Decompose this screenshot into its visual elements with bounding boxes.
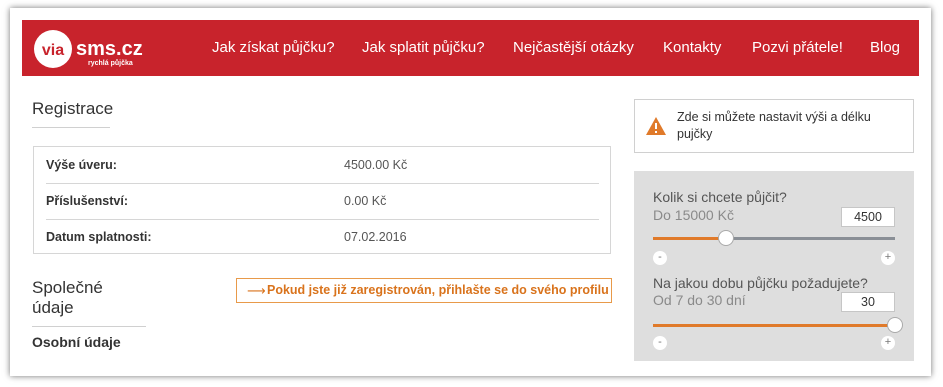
login-hint-text: Pokud jste již zaregistrován, přihlašte … bbox=[267, 283, 609, 297]
duration-slider-handle[interactable] bbox=[887, 317, 903, 333]
duration-question: Na jakou dobu půjčku požadujete? bbox=[653, 275, 868, 291]
notice-box: Zde si můžete nastavit výši a délku pujč… bbox=[634, 99, 914, 153]
notice-text: Zde si můžete nastavit výši a délku pujč… bbox=[677, 110, 871, 141]
loan-summary-table: Výše úveru: 4500.00 Kč Příslušenství: 0.… bbox=[33, 146, 611, 254]
site-header: via sms.cz rychlá půjčka Jak získat půjč… bbox=[22, 20, 919, 76]
loan-calculator: Kolik si chcete půjčit? Do 15000 Kč 4500… bbox=[634, 171, 914, 361]
duration-slider-fill bbox=[653, 324, 895, 327]
loan-amount-value: 4500.00 Kč bbox=[344, 158, 408, 172]
amount-input[interactable]: 4500 bbox=[841, 207, 895, 227]
duration-slider[interactable] bbox=[653, 317, 903, 333]
amount-slider-fill bbox=[653, 237, 726, 240]
nav-item-blog[interactable]: Blog bbox=[870, 39, 900, 56]
arrow-right-icon: ⟶ bbox=[247, 283, 266, 298]
nav-item-how-to-get-loan[interactable]: Jak získat půjčku? bbox=[212, 39, 335, 56]
amount-question: Kolik si chcete půjčit? bbox=[653, 189, 787, 205]
warning-icon bbox=[646, 117, 666, 135]
fees-value: 0.00 Kč bbox=[344, 194, 387, 208]
personal-data-title: Osobní údaje bbox=[32, 334, 121, 350]
nav-item-how-to-repay[interactable]: Jak splatit půjčku? bbox=[362, 39, 485, 56]
duration-input[interactable]: 30 bbox=[841, 292, 895, 312]
duration-increase-button[interactable]: + bbox=[881, 336, 895, 350]
nav-item-contacts[interactable]: Kontakty bbox=[663, 39, 721, 56]
registration-title: Registrace bbox=[32, 99, 113, 128]
due-date-label: Datum splatnosti: bbox=[46, 230, 152, 244]
amount-slider[interactable] bbox=[653, 230, 895, 246]
amount-range: Do 15000 Kč bbox=[653, 207, 734, 223]
shared-data-title: Společné údaje bbox=[32, 278, 146, 327]
table-row: Datum splatnosti: 07.02.2016 bbox=[46, 219, 599, 255]
login-hint-link[interactable]: ⟶ Pokud jste již zaregistrován, přihlašt… bbox=[236, 278, 612, 303]
duration-decrease-button[interactable]: - bbox=[653, 336, 667, 350]
table-row: Příslušenství: 0.00 Kč bbox=[46, 183, 599, 220]
nav-item-invite-friends[interactable]: Pozvi přátele! bbox=[752, 39, 843, 56]
amount-increase-button[interactable]: + bbox=[881, 251, 895, 265]
main-nav: Jak získat půjčku? Jak splatit půjčku? N… bbox=[22, 20, 919, 76]
due-date-value: 07.02.2016 bbox=[344, 230, 407, 244]
amount-decrease-button[interactable]: - bbox=[653, 251, 667, 265]
table-row: Výše úveru: 4500.00 Kč bbox=[46, 147, 599, 184]
duration-range: Od 7 do 30 dní bbox=[653, 292, 746, 308]
page-frame: via sms.cz rychlá půjčka Jak získat půjč… bbox=[10, 8, 931, 376]
loan-amount-label: Výše úveru: bbox=[46, 158, 117, 172]
nav-item-faq[interactable]: Nejčastější otázky bbox=[513, 39, 634, 56]
amount-slider-handle[interactable] bbox=[718, 230, 734, 246]
fees-label: Příslušenství: bbox=[46, 194, 128, 208]
